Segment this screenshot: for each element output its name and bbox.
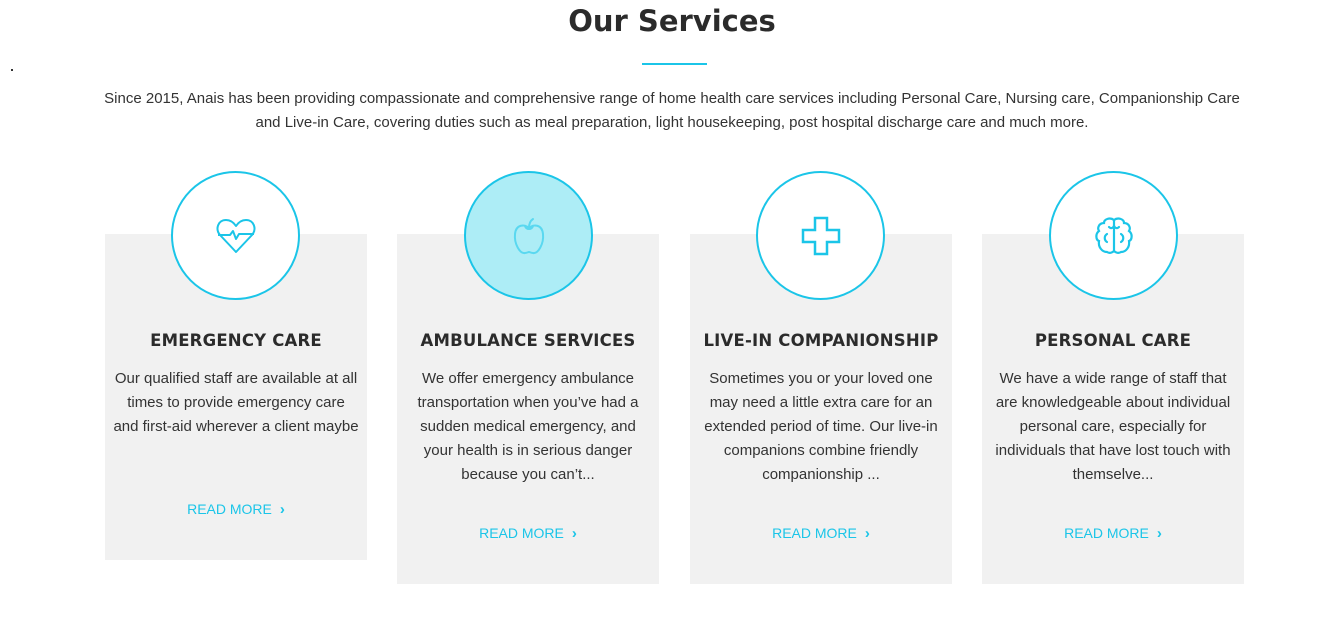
- page-title: Our Services: [568, 4, 776, 38]
- read-more-label: READ MORE: [1064, 525, 1149, 541]
- chevron-right-icon: ›: [279, 501, 285, 518]
- read-more-label: READ MORE: [479, 525, 564, 541]
- chevron-right-icon: ›: [1156, 525, 1162, 542]
- chevron-right-icon: ›: [864, 525, 870, 542]
- service-title: LIVE-IN COMPANIONSHIP: [703, 331, 939, 350]
- chevron-right-icon: ›: [571, 525, 577, 542]
- service-icon-circle[interactable]: [756, 171, 885, 300]
- heart-pulse-icon: [216, 218, 255, 253]
- read-more-link[interactable]: READ MORE ›: [397, 525, 659, 542]
- service-description: We offer emergency ambulance transportat…: [417, 370, 639, 483]
- service-icon-circle[interactable]: [464, 171, 593, 300]
- service-title: EMERGENCY CARE: [150, 331, 322, 350]
- apple-icon: [513, 217, 544, 254]
- read-more-link[interactable]: READ MORE ›: [690, 525, 952, 542]
- service-description: We have a wide range of staff that are k…: [995, 370, 1231, 483]
- service-description: Sometimes you or your loved one may need…: [704, 370, 938, 483]
- title-underline: [642, 63, 707, 65]
- brain-icon: [1094, 216, 1133, 254]
- read-more-label: READ MORE: [187, 501, 272, 517]
- read-more-link[interactable]: READ MORE ›: [105, 501, 367, 518]
- service-description: Our qualified staff are available at all…: [113, 370, 359, 435]
- service-title: PERSONAL CARE: [1034, 331, 1192, 350]
- stray-dot: [11, 69, 13, 71]
- medical-cross-icon: [801, 216, 840, 255]
- service-icon-circle[interactable]: [1049, 171, 1178, 300]
- read-more-link[interactable]: READ MORE ›: [982, 525, 1244, 542]
- service-icon-circle[interactable]: [171, 171, 300, 300]
- read-more-label: READ MORE: [772, 525, 857, 541]
- service-title: AMBULANCE SERVICES: [420, 331, 636, 350]
- intro-text: Since 2015, Anais has been providing com…: [104, 90, 1240, 131]
